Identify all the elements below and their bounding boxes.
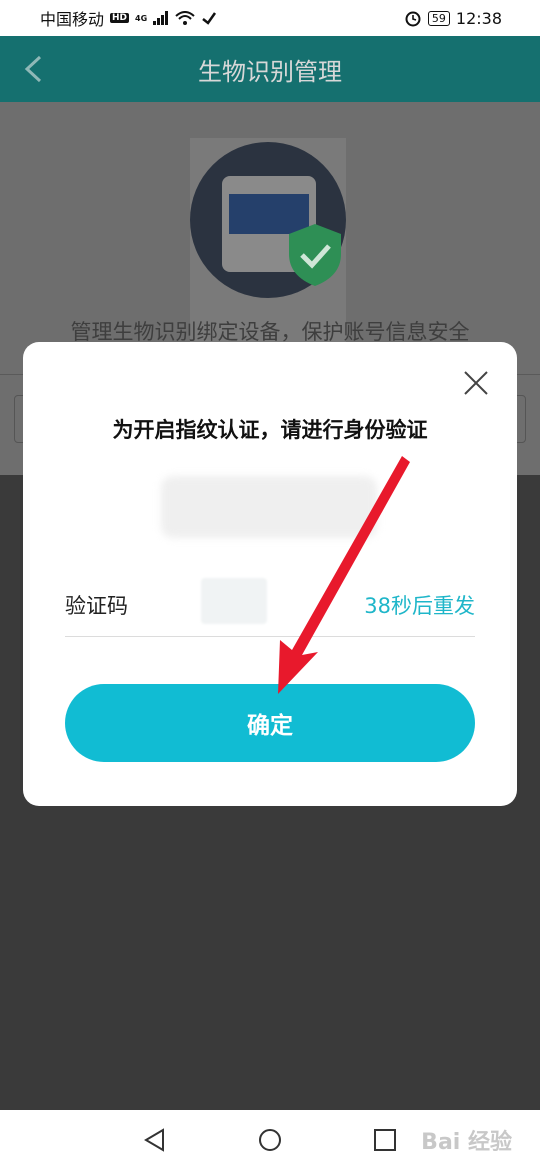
home-circle-icon[interactable] (258, 1128, 282, 1152)
watermark: Bai 经验 (421, 1130, 512, 1155)
system-nav-bar: Bai 经验 (0, 1110, 540, 1170)
recent-square-icon[interactable] (373, 1128, 397, 1152)
back-triangle-icon[interactable] (143, 1128, 167, 1152)
red-arrow-annotation (278, 456, 410, 694)
